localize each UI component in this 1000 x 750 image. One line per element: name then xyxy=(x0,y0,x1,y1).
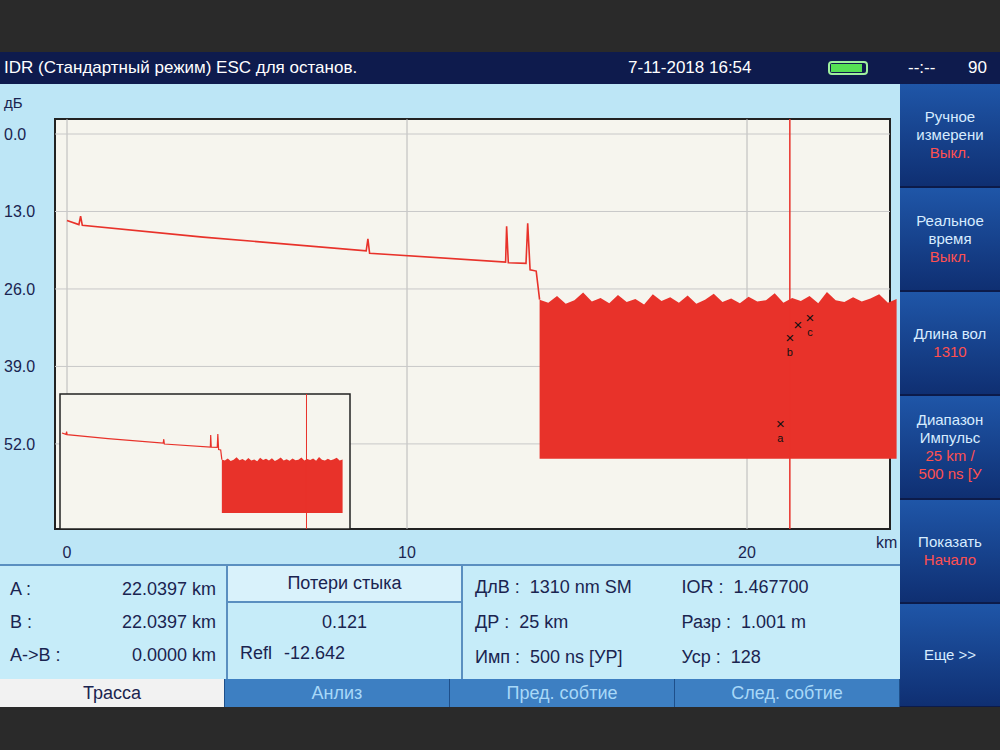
tab[interactable]: Пред. собтие xyxy=(450,679,675,707)
tab-bar: ТрассаАнлизПред. собтиеСлед. собтие xyxy=(0,679,900,707)
info-panel: A :22.0397 kmB :22.0397 kmA->B :0.0000 k… xyxy=(0,564,900,679)
overview-inset xyxy=(60,394,350,529)
trace-line xyxy=(67,216,540,299)
tab[interactable]: След. собтие xyxy=(675,679,900,707)
y-tick-label: 52.0 xyxy=(4,436,35,453)
x-tick-label: 20 xyxy=(738,544,756,561)
event-marker[interactable]: ×a xyxy=(776,415,785,444)
timer: --:-- xyxy=(908,55,968,81)
svg-text:a: a xyxy=(777,432,784,444)
x-tick-label: 0 xyxy=(63,544,72,561)
y-tick-label: 26.0 xyxy=(4,281,35,298)
grid-line xyxy=(407,119,408,529)
chart-section: дБ0.013.026.039.052.001020km×a×b××c xyxy=(0,84,900,564)
datetime: 7-11-2018 16:54 xyxy=(628,55,828,81)
menu-button[interactable]: Еще >> xyxy=(900,604,1000,706)
menu-button[interactable]: Длина вол1310 xyxy=(900,292,1000,394)
event-marker[interactable]: ×b xyxy=(785,329,794,358)
y-tick-label: 0.0 xyxy=(4,126,26,143)
measurement-parameters: ДлВ :1310 nm SMIOR :1.467700ДР :25 kmРаз… xyxy=(463,566,900,679)
svg-text:×: × xyxy=(776,415,785,432)
tab[interactable]: Анлиз xyxy=(225,679,450,707)
y-unit-label: дБ xyxy=(4,94,23,111)
cursor-readout: A :22.0397 kmB :22.0397 kmA->B :0.0000 k… xyxy=(0,566,228,679)
event-marker[interactable]: ×c xyxy=(806,309,815,338)
tab[interactable]: Трасса xyxy=(0,679,225,707)
otdr-screen: IDR (Стандартный режим) ESC для останов.… xyxy=(0,0,1000,750)
battery-percent: 90 xyxy=(968,55,996,81)
grid-line xyxy=(55,134,890,135)
battery-icon xyxy=(828,61,868,75)
otdr-trace-chart: дБ0.013.026.039.052.001020km×a×b××c xyxy=(0,84,900,564)
menu-button[interactable]: ПоказатьНачало xyxy=(900,500,1000,602)
menu-button[interactable]: РучноеизмерениВыкл. xyxy=(900,84,1000,186)
x-tick-label: 10 xyxy=(398,544,416,561)
side-menu: РучноеизмерениВыкл.РеальноевремяВыкл.Дли… xyxy=(900,84,1000,707)
svg-text:×: × xyxy=(794,316,803,333)
svg-text:c: c xyxy=(807,326,813,338)
svg-text:×: × xyxy=(806,309,815,326)
event-marker[interactable]: × xyxy=(794,316,803,333)
y-tick-label: 39.0 xyxy=(4,358,35,375)
y-tick-label: 13.0 xyxy=(4,203,35,220)
noise-floor xyxy=(540,292,897,459)
mode-title: IDR (Стандартный режим) ESC для останов. xyxy=(4,55,628,81)
grid-line xyxy=(55,288,890,289)
menu-button[interactable]: ДиапазонИмпульс25 km /500 ns [У xyxy=(900,396,1000,498)
grid-line xyxy=(55,211,890,212)
menu-button[interactable]: РеальноевремяВыкл. xyxy=(900,188,1000,290)
top-bar: IDR (Стандартный режим) ESC для останов.… xyxy=(0,52,1000,84)
splice-loss: Потери стыка0.121Refl-12.642 xyxy=(228,566,463,679)
cursor-line[interactable] xyxy=(789,119,791,529)
x-unit-label: km xyxy=(876,534,897,551)
svg-text:b: b xyxy=(787,346,793,358)
